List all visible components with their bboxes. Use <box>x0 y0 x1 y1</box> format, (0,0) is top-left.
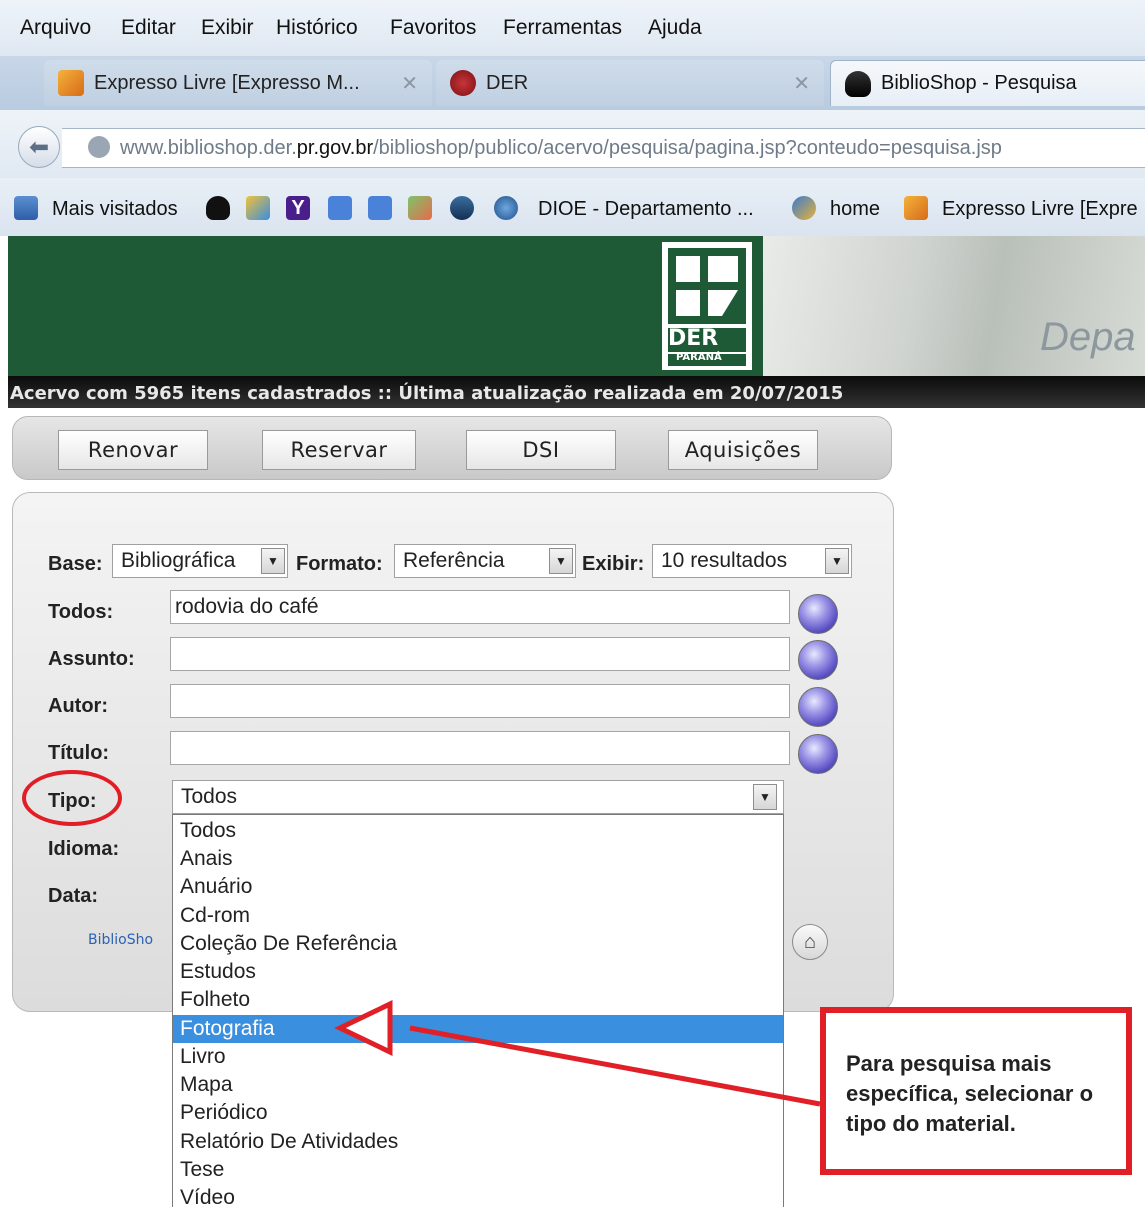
exibir-value: 10 resultados <box>661 549 788 572</box>
der-shield-icon <box>450 70 476 96</box>
formato-label: Formato: <box>296 553 383 575</box>
data-label: Data: <box>48 885 99 907</box>
aquisicoes-button[interactable]: Aquisições <box>668 430 818 470</box>
tipo-option-tese[interactable]: Tese <box>173 1156 783 1184</box>
renovar-button[interactable]: Renovar <box>58 430 208 470</box>
url-domain: pr.gov.br <box>296 137 374 159</box>
menu-ferramentas[interactable]: Ferramentas <box>503 16 622 40</box>
tipo-option-cd-rom[interactable]: Cd-rom <box>173 902 783 930</box>
close-icon[interactable]: ✕ <box>401 71 418 96</box>
url-prefix: www.biblioshop.der. <box>120 137 297 159</box>
base-label: Base: <box>48 553 103 575</box>
bookmark-dioe[interactable]: DIOE - Departamento ... <box>538 198 754 221</box>
penguin-icon[interactable] <box>206 196 230 220</box>
globe-icon <box>88 136 110 158</box>
tipo-value: Todos <box>181 785 238 808</box>
most-visited-icon <box>14 196 38 220</box>
globe-icon <box>494 196 518 220</box>
google-icon[interactable] <box>368 196 392 220</box>
google-icon[interactable] <box>328 196 352 220</box>
chevron-down-icon[interactable]: ▼ <box>753 784 777 810</box>
book-icon[interactable] <box>798 734 838 774</box>
logo-subtext: PARANÁ <box>676 352 722 363</box>
tipo-option-estudos[interactable]: Estudos <box>173 958 783 986</box>
exibir-select[interactable]: 10 resultados ▼ <box>652 544 852 578</box>
book-icon[interactable] <box>798 640 838 680</box>
titulo-label: Título: <box>48 742 110 764</box>
assunto-label: Assunto: <box>48 648 135 670</box>
todos-label: Todos: <box>48 601 114 623</box>
penguin-icon <box>845 70 871 97</box>
back-button[interactable]: ⬅ <box>18 126 60 168</box>
tab-expresso[interactable]: Expresso Livre [Expresso M... ✕ <box>44 60 432 106</box>
reservar-button[interactable]: Reservar <box>262 430 416 470</box>
bookmark-home[interactable]: home <box>830 198 880 221</box>
tipo-option-anais[interactable]: Anais <box>173 845 783 873</box>
yahoo-icon[interactable]: Y <box>286 196 310 220</box>
menu-historico[interactable]: Histórico <box>276 16 358 40</box>
logo-text: DER <box>668 326 719 351</box>
chevron-down-icon[interactable]: ▼ <box>825 548 849 574</box>
maps-icon[interactable] <box>408 196 432 220</box>
dsi-button[interactable]: DSI <box>466 430 616 470</box>
chevron-down-icon[interactable]: ▼ <box>549 548 573 574</box>
base-select[interactable]: Bibliográfica ▼ <box>112 544 288 578</box>
exibir-label: Exibir: <box>582 553 645 575</box>
book-icon[interactable] <box>798 594 838 634</box>
menu-ajuda[interactable]: Ajuda <box>648 16 702 40</box>
annotation-text: Para pesquisa mais específica, seleciona… <box>846 1051 1094 1136</box>
url-text[interactable]: www.biblioshop.der.pr.gov.br/biblioshop/… <box>120 137 1002 160</box>
menu-exibir[interactable]: Exibir <box>201 16 254 40</box>
banner-title: Depa <box>1040 315 1136 359</box>
formato-select[interactable]: Referência ▼ <box>394 544 576 578</box>
home-bookmark-icon <box>792 196 816 220</box>
titulo-input[interactable] <box>170 731 790 765</box>
todos-input[interactable]: rodovia do café <box>170 590 790 624</box>
collection-status: Acervo com 5965 itens cadastrados :: Últ… <box>10 383 844 404</box>
close-icon[interactable]: ✕ <box>793 71 810 96</box>
tipo-option-anuario[interactable]: Anuário <box>173 873 783 901</box>
tab-der[interactable]: DER ✕ <box>436 60 824 106</box>
autor-input[interactable] <box>170 684 790 718</box>
tab-biblioshop[interactable]: BiblioShop - Pesquisa <box>830 60 1145 106</box>
base-value: Bibliográfica <box>121 549 236 572</box>
tipo-option-relatorio[interactable]: Relatório De Atividades <box>173 1128 783 1156</box>
menu-editar[interactable]: Editar <box>121 16 176 40</box>
url-path: /biblioshop/publico/acervo/pesquisa/pagi… <box>373 137 1002 159</box>
tipo-select[interactable]: Todos ▼ <box>172 780 784 814</box>
tipo-option-video[interactable]: Vídeo <box>173 1184 783 1207</box>
formato-value: Referência <box>403 549 505 572</box>
bookmark-icon[interactable] <box>450 196 474 220</box>
biblioshop-logo: BiblioSho <box>88 932 154 948</box>
chevron-down-icon[interactable]: ▼ <box>261 548 285 574</box>
back-arrow-icon: ⬅ <box>28 133 50 161</box>
menu-favoritos[interactable]: Favoritos <box>390 16 476 40</box>
bookmark-most-visited[interactable]: Mais visitados <box>52 198 178 221</box>
expresso-icon <box>58 70 84 96</box>
menu-arquivo[interactable]: Arquivo <box>20 16 91 40</box>
bookmark-icon[interactable] <box>246 196 270 220</box>
book-icon[interactable] <box>798 687 838 727</box>
home-icon[interactable]: ⌂ <box>792 924 828 960</box>
tab-title: DER <box>486 71 529 94</box>
tipo-option-colecao[interactable]: Coleção De Referência <box>173 930 783 958</box>
assunto-input[interactable] <box>170 637 790 671</box>
bookmark-expresso[interactable]: Expresso Livre [Expre <box>942 198 1138 221</box>
annotation-arrow <box>334 1000 821 1107</box>
idioma-label: Idioma: <box>48 838 120 860</box>
tab-title: Expresso Livre [Expresso M... <box>94 71 360 94</box>
autor-label: Autor: <box>48 695 108 717</box>
tipo-option-todos[interactable]: Todos <box>173 817 783 845</box>
tipo-highlight-circle <box>22 770 122 826</box>
expresso-icon <box>904 196 928 220</box>
tab-title: BiblioShop - Pesquisa <box>881 72 1077 94</box>
banner-green-area <box>8 236 633 376</box>
